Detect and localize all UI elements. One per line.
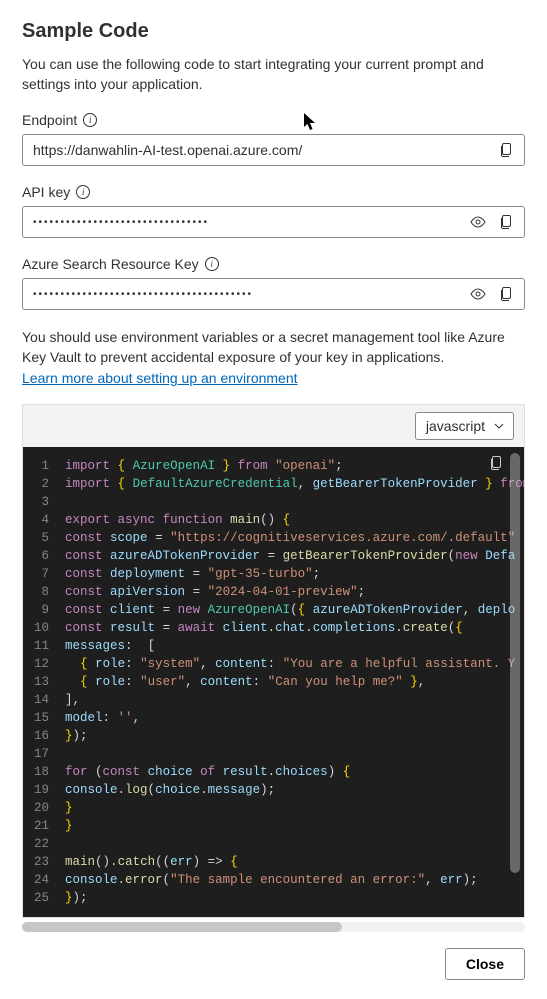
- api-key-field-row: [22, 206, 525, 238]
- search-key-field-row: [22, 278, 525, 310]
- page-title: Sample Code: [22, 20, 525, 43]
- api-key-label: API key i: [22, 184, 525, 200]
- chevron-down-icon: [493, 420, 505, 432]
- copy-icon[interactable]: [496, 284, 516, 304]
- eye-icon[interactable]: [468, 212, 488, 232]
- api-key-input[interactable]: [33, 217, 460, 228]
- info-icon[interactable]: i: [83, 113, 97, 127]
- endpoint-field-row: [22, 134, 525, 166]
- info-icon[interactable]: i: [76, 185, 90, 199]
- endpoint-label: Endpoint i: [22, 112, 525, 128]
- description: You can use the following code to start …: [22, 55, 525, 94]
- copy-code-icon[interactable]: [488, 455, 504, 474]
- eye-icon[interactable]: [468, 284, 488, 304]
- vertical-scrollbar[interactable]: [510, 453, 520, 873]
- hint-text: You should use environment variables or …: [22, 328, 525, 367]
- horizontal-scrollbar[interactable]: [22, 922, 525, 932]
- scrollbar-thumb[interactable]: [22, 922, 342, 932]
- copy-icon[interactable]: [496, 140, 516, 160]
- code-content[interactable]: 1import { AzureOpenAI } from "openai";2i…: [23, 457, 524, 907]
- language-select[interactable]: javascript: [415, 412, 514, 440]
- copy-icon[interactable]: [496, 212, 516, 232]
- search-key-input[interactable]: [33, 289, 460, 300]
- learn-more-link[interactable]: Learn more about setting up an environme…: [22, 370, 298, 386]
- code-header: javascript: [22, 404, 525, 447]
- close-button[interactable]: Close: [445, 948, 525, 980]
- search-key-label: Azure Search Resource Key i: [22, 256, 525, 272]
- code-block: 1import { AzureOpenAI } from "openai";2i…: [22, 447, 525, 918]
- info-icon[interactable]: i: [205, 257, 219, 271]
- scrollbar-thumb[interactable]: [510, 453, 520, 873]
- endpoint-input[interactable]: [33, 142, 488, 158]
